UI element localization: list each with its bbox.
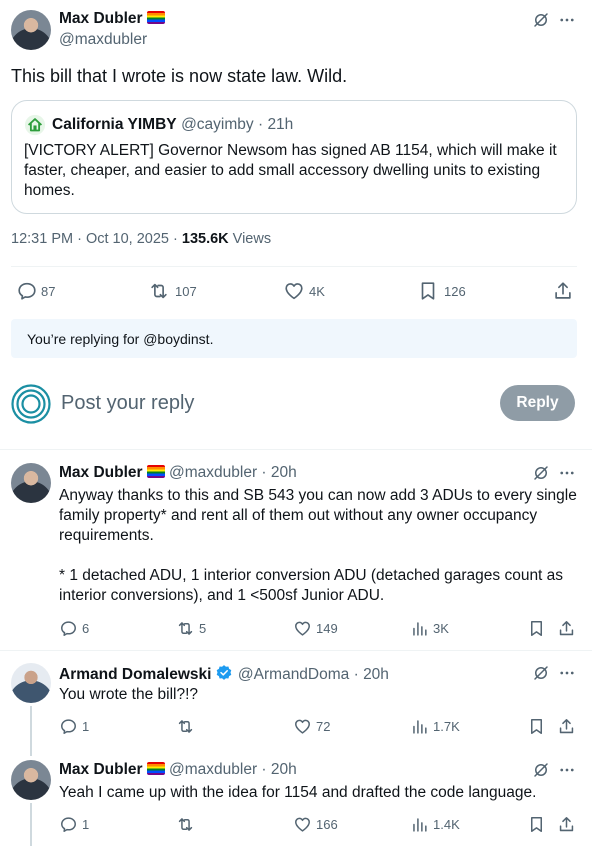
- reply-author-line: Armand Domalewski @ArmandDoma · 20h: [59, 665, 389, 683]
- views-label: Views: [228, 231, 272, 247]
- bookmark-icon[interactable]: [527, 619, 546, 638]
- like-icon[interactable]: [283, 280, 305, 302]
- avatar[interactable]: [11, 463, 51, 503]
- views-icon[interactable]: [410, 619, 429, 638]
- like-icon[interactable]: [293, 619, 312, 638]
- repost-icon[interactable]: [176, 717, 195, 736]
- repost-icon[interactable]: [148, 280, 170, 302]
- views-count: 1.7K: [433, 719, 460, 734]
- views-count: 3K: [433, 621, 449, 636]
- repost-count: 5: [199, 621, 207, 636]
- views-icon[interactable]: [410, 717, 429, 736]
- share-icon[interactable]: [552, 280, 574, 302]
- repost-icon[interactable]: [176, 815, 195, 834]
- like-count: 72: [316, 719, 331, 734]
- house-icon: [24, 114, 46, 136]
- quote-text: [VICTORY ALERT] Governor Newsom has sign…: [24, 142, 557, 199]
- views-icon[interactable]: [410, 815, 429, 834]
- timestamp-line: 12:31 PM · Oct 10, 2025 · 135.6K Views: [11, 231, 271, 247]
- reply-count: 87: [41, 284, 56, 299]
- reply-button[interactable]: Reply: [500, 385, 575, 421]
- reply-author-handle[interactable]: @maxdubler: [169, 464, 257, 481]
- reply-author-name[interactable]: Max Dubler: [59, 761, 143, 778]
- share-icon[interactable]: [557, 619, 576, 638]
- more-options-icon[interactable]: [558, 761, 576, 779]
- reply-text: Anyway thanks to this and SB 543 you can…: [59, 487, 577, 544]
- avatar[interactable]: [11, 384, 51, 424]
- divider: [11, 266, 577, 267]
- avatar[interactable]: [11, 760, 51, 800]
- more-options-icon[interactable]: [558, 464, 576, 482]
- reply-input[interactable]: Post your reply: [61, 392, 194, 415]
- timestamp[interactable]: 12:31 PM · Oct 10, 2025 ·: [11, 231, 182, 247]
- like-count: 166: [316, 817, 338, 832]
- quote-author-line: California YIMBY @cayimby · 21h: [52, 116, 294, 133]
- reply-author-name[interactable]: Armand Domalewski: [59, 666, 211, 683]
- like-count: 4K: [309, 284, 325, 299]
- grok-icon[interactable]: [532, 11, 550, 29]
- avatar[interactable]: [11, 10, 51, 50]
- quote-time: 21h: [267, 116, 294, 133]
- reply-time[interactable]: 20h: [271, 464, 297, 481]
- bookmark-count: 126: [444, 284, 466, 299]
- more-options-icon[interactable]: [558, 664, 576, 682]
- pride-flag-icon: [146, 465, 165, 478]
- bookmark-icon[interactable]: [527, 815, 546, 834]
- reply-author-handle[interactable]: @ArmandDoma: [238, 666, 349, 683]
- like-icon[interactable]: [293, 815, 312, 834]
- reply-count: 1: [82, 817, 90, 832]
- reply-count: 6: [82, 621, 90, 636]
- post-text: This bill that I wrote is now state law.…: [11, 66, 348, 86]
- reply-text-footnote: * 1 detached ADU, 1 interior conversion …: [59, 567, 564, 604]
- reply-time[interactable]: 20h: [363, 666, 389, 683]
- reply-icon[interactable]: [59, 815, 78, 834]
- thread-line: [30, 706, 32, 756]
- repost-count: 107: [175, 284, 197, 299]
- share-icon[interactable]: [557, 717, 576, 736]
- share-icon[interactable]: [557, 815, 576, 834]
- reply-notice-text: You’re replying for @boydinst.: [27, 331, 214, 347]
- quote-author-name: California YIMBY: [52, 116, 177, 133]
- grok-icon[interactable]: [532, 664, 550, 682]
- author-handle[interactable]: @maxdubler: [59, 31, 147, 49]
- views-count: 135.6K: [181, 231, 229, 247]
- grok-icon[interactable]: [532, 761, 550, 779]
- verified-badge-icon: [217, 665, 232, 680]
- author-name[interactable]: Max Dubler: [59, 10, 143, 27]
- like-icon[interactable]: [293, 717, 312, 736]
- pride-flag-icon: [146, 11, 165, 24]
- bookmark-icon[interactable]: [417, 280, 439, 302]
- reply-count: 1: [82, 719, 90, 734]
- author-line: Max Dubler: [59, 10, 165, 28]
- reply-time[interactable]: 20h: [271, 761, 297, 778]
- grok-icon[interactable]: [532, 464, 550, 482]
- quote-author-handle: @cayimby: [181, 116, 254, 133]
- reply-author-line: Max Dubler @maxdubler · 20h: [59, 464, 297, 481]
- divider: [0, 650, 592, 651]
- pride-flag-icon: [146, 762, 165, 775]
- reply-icon[interactable]: [16, 280, 38, 302]
- reply-author-handle[interactable]: @maxdubler: [169, 761, 257, 778]
- like-count: 149: [316, 621, 338, 636]
- views-count: 1.4K: [433, 817, 460, 832]
- more-options-icon[interactable]: [558, 11, 576, 29]
- divider: [0, 449, 592, 450]
- reply-icon[interactable]: [59, 717, 78, 736]
- bookmark-icon[interactable]: [527, 717, 546, 736]
- repost-icon[interactable]: [176, 619, 195, 638]
- thread-line: [30, 803, 32, 846]
- avatar[interactable]: [11, 663, 51, 703]
- reply-icon[interactable]: [59, 619, 78, 638]
- reply-author-name[interactable]: Max Dubler: [59, 464, 143, 481]
- reply-author-line: Max Dubler @maxdubler · 20h: [59, 761, 297, 778]
- reply-text: Yeah I came up with the idea for 1154 an…: [59, 784, 537, 801]
- reply-text: You wrote the bill?!?: [59, 686, 199, 703]
